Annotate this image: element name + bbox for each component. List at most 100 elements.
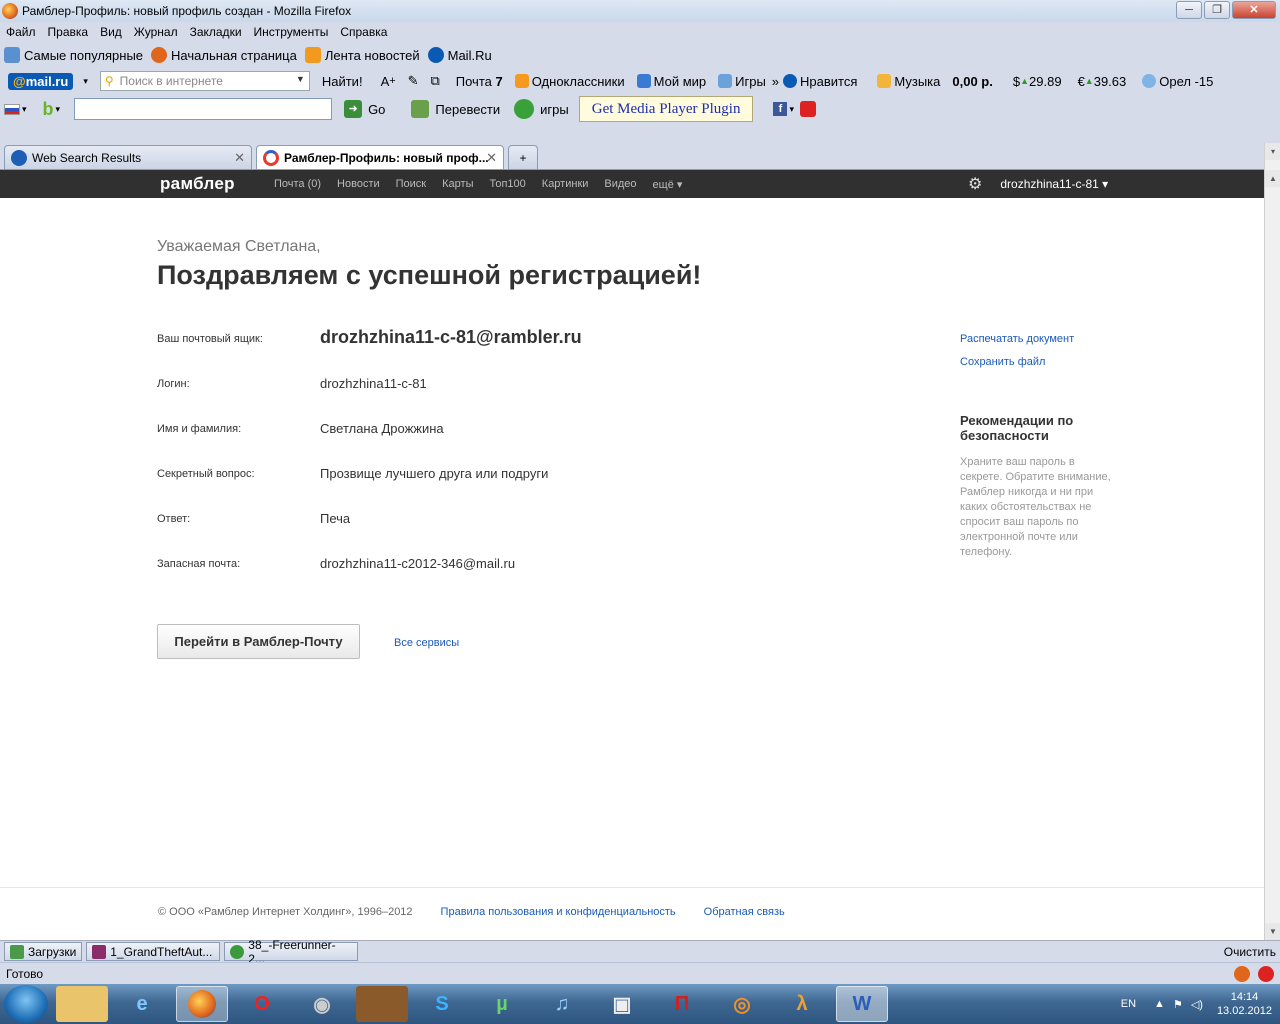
facebook-icon[interactable]: f <box>773 102 788 116</box>
menu-history[interactable]: Журнал <box>134 25 178 39</box>
gear-icon[interactable]: ⚙ <box>968 174 982 194</box>
adblock-icon[interactable] <box>1258 965 1274 982</box>
maximize-button[interactable]: ❐ <box>1204 1 1230 19</box>
bookmark-home-page[interactable]: Начальная страница <box>151 47 297 63</box>
save-file-link[interactable]: Сохранить файл <box>960 356 1045 368</box>
internet-explorer-icon[interactable]: e <box>116 986 168 1022</box>
movie-maker-icon[interactable]: ▣ <box>596 986 648 1022</box>
terms-link[interactable]: Правила пользования и конфиденциальность <box>441 906 676 918</box>
nav-pictures[interactable]: Картинки <box>542 178 589 191</box>
chevron-down-icon[interactable]: ▾ <box>789 104 794 115</box>
list-all-tabs-button[interactable]: ▾ <box>1265 143 1280 160</box>
translate-button[interactable]: Перевести <box>435 102 500 117</box>
download-item[interactable]: 38_-Freerunner-2... <box>224 938 359 966</box>
menu-file[interactable]: Файл <box>6 25 36 39</box>
my-world-link[interactable]: Мой мир <box>636 74 706 89</box>
game-icon[interactable] <box>356 986 408 1022</box>
menu-bookmarks[interactable]: Закладки <box>190 25 242 39</box>
get-media-player-plugin-button[interactable]: Get Media Player Plugin <box>578 96 754 122</box>
print-document-link[interactable]: Распечатать документ <box>960 333 1074 345</box>
eur-rate[interactable]: € ▲ 39.63 <box>1078 74 1127 89</box>
utorrent-icon[interactable]: µ <box>476 986 528 1022</box>
find-button[interactable]: Найти! <box>322 74 363 89</box>
scroll-up-arrow[interactable]: ▲ <box>1265 170 1280 187</box>
close-tab-icon[interactable]: ✕ <box>486 150 497 166</box>
bookmark-most-visited[interactable]: Самые популярные <box>4 47 143 63</box>
mailru-search-input[interactable]: ⚲ Поиск в интернете ▼ <box>99 71 310 91</box>
highlight-icon[interactable]: ✎ <box>408 73 419 89</box>
nav-more[interactable]: ещё ▾ <box>653 178 683 191</box>
user-menu[interactable]: drozhzhina11-c-81 ▾ <box>1000 177 1108 191</box>
menu-edit[interactable]: Правка <box>48 25 89 39</box>
explorer-icon[interactable] <box>56 986 108 1022</box>
start-button[interactable] <box>4 985 48 1023</box>
games-link[interactable]: Игры <box>718 74 766 89</box>
weather-link[interactable]: Орел -15 <box>1142 74 1213 89</box>
bookmark-news-feed[interactable]: Лента новостей <box>304 47 420 63</box>
volume-icon[interactable]: ◁) <box>1191 998 1203 1011</box>
page-search-icon[interactable]: ⧉ <box>430 73 439 89</box>
word-icon[interactable]: W <box>836 986 888 1022</box>
minimize-button[interactable]: ─ <box>1176 1 1202 19</box>
scroll-down-arrow[interactable]: ▼ <box>1265 923 1280 940</box>
go-arrow-icon[interactable]: ➜ <box>344 100 363 118</box>
chevron-down-icon[interactable]: ▾ <box>56 104 61 115</box>
opera-icon[interactable]: O <box>236 986 288 1022</box>
close-tab-icon[interactable]: ✕ <box>234 150 245 166</box>
tray-arrow-icon[interactable]: ▲ <box>1154 998 1165 1010</box>
download-item[interactable]: 1_GrandTheftAut... <box>86 942 221 961</box>
menu-help[interactable]: Справка <box>340 25 387 39</box>
go-to-mail-button[interactable]: Перейти в Рамблер-Почту <box>157 624 360 659</box>
nav-search[interactable]: Поиск <box>396 178 426 191</box>
bookmark-mailru[interactable]: Mail.Ru <box>427 47 492 63</box>
rambler-logo[interactable]: рамблер <box>160 174 235 194</box>
music-link[interactable]: Музыка <box>877 74 940 89</box>
nav-maps[interactable]: Карты <box>442 178 473 191</box>
mailru-logo[interactable]: @mail.ru <box>8 72 74 90</box>
page-title: Поздравляем с успешной регистрацией! <box>157 260 702 290</box>
skype-icon[interactable]: S <box>416 986 468 1022</box>
firefox-sync-icon[interactable] <box>1234 965 1250 982</box>
new-tab-button[interactable]: + <box>508 145 538 169</box>
like-link[interactable]: Нравится <box>783 74 857 89</box>
mail-link[interactable]: Почта 7 <box>456 74 503 89</box>
menu-view[interactable]: Вид <box>100 25 122 39</box>
backup-email-label: Запасная почта: <box>157 558 241 570</box>
tab-web-search-results[interactable]: Web Search Results ✕ <box>4 145 252 169</box>
toolbar-text-input[interactable] <box>74 98 333 120</box>
chevron-down-icon[interactable]: ▼ <box>296 74 305 84</box>
downloads-button[interactable]: Загрузки <box>4 942 83 961</box>
all-services-link[interactable]: Все сервисы <box>394 637 459 649</box>
youtube-icon[interactable] <box>800 101 816 117</box>
clock[interactable]: 14:14 13.02.2012 <box>1217 990 1272 1018</box>
half-life-icon[interactable]: λ <box>776 986 828 1022</box>
language-indicator[interactable]: EN <box>1121 998 1136 1010</box>
menu-tools[interactable]: Инструменты <box>254 25 329 39</box>
games-button[interactable]: игры <box>540 102 569 117</box>
media-icon[interactable]: ◎ <box>716 986 768 1022</box>
network-icon[interactable]: ⚑ <box>1173 998 1183 1011</box>
usd-rate[interactable]: $ ▲ 29.89 <box>1013 74 1062 89</box>
font-size-icon[interactable]: A + <box>381 74 396 89</box>
nav-news[interactable]: Новости <box>337 178 380 191</box>
babylon-icon[interactable]: b <box>43 99 54 120</box>
firefox-taskbar-icon[interactable] <box>176 986 228 1022</box>
flag-icon[interactable] <box>4 103 20 115</box>
vertical-scrollbar[interactable]: ▾ ▲ ▼ <box>1264 143 1280 940</box>
odnoklassniki-link[interactable]: Одноклассники <box>514 74 625 89</box>
chevron-down-icon[interactable]: ▾ <box>83 76 88 87</box>
feedback-link[interactable]: Обратная связь <box>704 906 785 918</box>
clear-downloads-button[interactable]: Очистить <box>1224 945 1276 959</box>
camera-app-icon[interactable]: ◉ <box>296 986 348 1022</box>
nav-top100[interactable]: Топ100 <box>489 178 525 191</box>
balance-value[interactable]: 0,00 р. <box>952 74 992 89</box>
tab-rambler-profile[interactable]: Рамблер-Профиль: новый проф... ✕ <box>256 145 504 169</box>
close-window-button[interactable]: ✕ <box>1232 1 1276 19</box>
nav-mail[interactable]: Почта (0) <box>274 178 321 191</box>
more-chevron[interactable]: » <box>772 74 779 89</box>
nav-video[interactable]: Видео <box>604 178 636 191</box>
music-player-icon[interactable]: ♫ <box>536 986 588 1022</box>
go-button[interactable]: Go <box>368 102 385 117</box>
chevron-down-icon[interactable]: ▾ <box>22 104 27 115</box>
diablo-icon[interactable]: Π <box>656 986 708 1022</box>
